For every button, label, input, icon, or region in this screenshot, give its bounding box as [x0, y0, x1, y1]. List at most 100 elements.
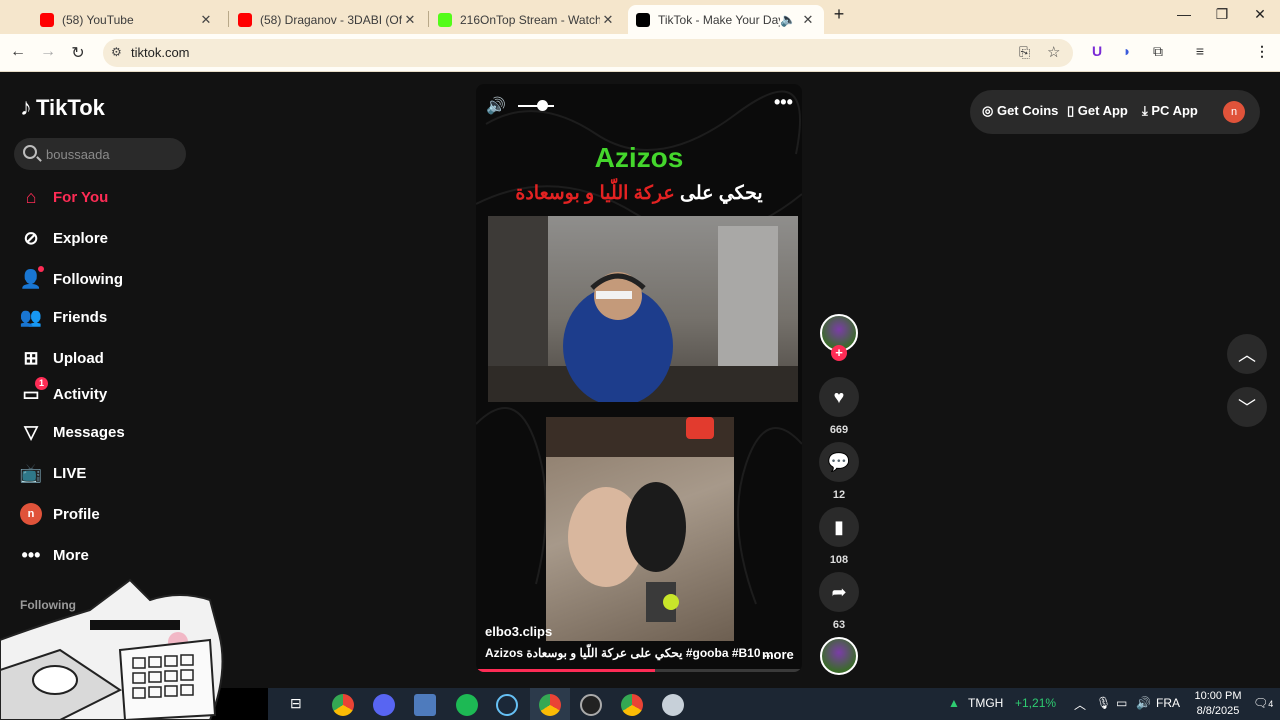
comment-count: 12 [832, 489, 846, 501]
network-icon[interactable]: ▭ [1116, 696, 1127, 710]
search-input[interactable] [46, 144, 176, 164]
browser-tab-bar: (58) YouTube ✕ (58) Draganov - 3DABI (Of… [0, 0, 1280, 34]
close-icon[interactable]: ✕ [600, 12, 616, 28]
menu-icon[interactable]: ⋮ [1252, 43, 1272, 60]
clock-date[interactable]: 8/8/2025 [1188, 705, 1248, 717]
discord-icon[interactable] [373, 694, 395, 716]
obs-icon[interactable] [580, 694, 602, 716]
site-info-icon[interactable]: ⚙ [111, 45, 122, 59]
like-count: 669 [829, 424, 849, 436]
caption-more-button[interactable]: more [762, 647, 794, 662]
tab-youtube[interactable]: (58) YouTube ✕ [32, 5, 222, 34]
bookmark-icon[interactable]: ▮ [819, 507, 859, 547]
file-explorer-icon[interactable] [414, 694, 436, 716]
speaker-icon[interactable]: 🔈 [780, 12, 796, 28]
ublock-icon[interactable]: U [1087, 43, 1107, 59]
sidebar-item-more[interactable]: ••• More [20, 540, 89, 570]
sidebar-item-following[interactable]: 👤 Following [20, 264, 123, 294]
follow-plus-button[interactable]: + [831, 345, 847, 361]
tab-tiktok[interactable]: TikTok - Make Your Day 🔈 ✕ [628, 5, 824, 34]
sidebar-item-live[interactable]: 📺 LIVE [20, 458, 87, 488]
reload-icon[interactable]: ↻ [68, 43, 88, 63]
new-tab-button[interactable]: + [827, 4, 851, 25]
sidebar-item-upload[interactable]: ⊞ Upload [20, 343, 103, 373]
video-caption: Azizos يحكي على عركة اللّيا و بوسعادة #g… [485, 646, 774, 660]
like-action[interactable]: ♥ 669 [818, 377, 860, 436]
home-icon: ⌂ [25, 186, 37, 207]
close-icon[interactable]: ✕ [800, 12, 816, 28]
heart-icon[interactable]: ♥ [819, 377, 859, 417]
back-icon[interactable]: ← [8, 43, 28, 61]
download-icon: ⤓ [1142, 103, 1148, 118]
bookmark-star-icon[interactable]: ☆ [1047, 43, 1060, 61]
volume-slider[interactable] [518, 105, 554, 107]
task-view-icon[interactable]: ⊟ [290, 695, 302, 712]
comment-icon[interactable]: 💬 [819, 442, 859, 482]
spotify-icon[interactable] [456, 694, 478, 716]
sidebar-item-explore[interactable]: ⊘ Explore [20, 223, 108, 253]
get-coins-button[interactable]: ◎ Get Coins [982, 103, 1058, 119]
plus-square-icon: ⊞ [23, 347, 39, 368]
close-window-button[interactable]: ✕ [1248, 6, 1272, 23]
pc-app-button[interactable]: ⤓ PC App [1142, 103, 1198, 119]
music-disc-avatar[interactable] [820, 637, 858, 675]
following-icon: 👤 [20, 266, 44, 290]
volume-slider-knob[interactable] [537, 100, 548, 111]
close-icon[interactable]: ✕ [402, 12, 418, 28]
share-action[interactable]: ➦ 63 [818, 572, 860, 631]
top-actions-bar: ◎ Get Coins ▯ Get App ⤓ PC App n [970, 90, 1260, 134]
chevron-up-icon[interactable]: ︿ [1074, 696, 1086, 713]
maximize-button[interactable]: ❐ [1210, 6, 1234, 23]
app-icon[interactable] [662, 694, 684, 716]
save-action[interactable]: ▮ 108 [818, 507, 860, 566]
language-indicator[interactable]: FRA [1156, 696, 1180, 710]
compass-icon: ⊘ [23, 227, 39, 248]
sidebar-item-messages[interactable]: ▽ Messages [20, 417, 125, 447]
extension-audio-icon[interactable]: ◗ [1117, 43, 1137, 59]
share-icon[interactable]: ➦ [819, 572, 859, 612]
sidebar-item-label: LIVE [53, 464, 87, 482]
activity-icon: ▭ 1 [20, 377, 48, 405]
chevron-up-icon: ︿ [1238, 345, 1256, 365]
notification-icon[interactable]: 🗨4 [1253, 696, 1273, 710]
youtube-icon [238, 12, 252, 27]
user-avatar[interactable]: n [1223, 101, 1245, 123]
activity-badge: 1 [35, 377, 48, 390]
tab-draganov[interactable]: (58) Draganov - 3DABI (Officia ✕ [230, 5, 426, 34]
close-icon[interactable]: ✕ [198, 12, 214, 28]
next-video-button[interactable]: ﹀ [1227, 387, 1267, 427]
speaker-icon[interactable]: 🔊 [1136, 696, 1151, 710]
tab-kick[interactable]: 216OnTop Stream - Watch Live ✕ [430, 5, 624, 34]
search-bar[interactable] [14, 138, 186, 170]
previous-video-button[interactable]: ︿ [1227, 334, 1267, 374]
sidebar-item-friends[interactable]: 👥 Friends [20, 302, 107, 332]
video-progress-bar[interactable] [476, 669, 802, 672]
volume-icon[interactable]: 🔊 [486, 96, 506, 116]
sidebar-item-profile[interactable]: n Profile [20, 499, 100, 529]
microphone-icon[interactable]: 🎙 [1096, 696, 1111, 710]
stock-ticker[interactable]: TMGH [968, 696, 1003, 710]
chrome-icon[interactable] [332, 694, 354, 716]
extensions-icon[interactable]: ⧉ [1148, 43, 1168, 60]
more-options-icon[interactable]: ••• [774, 92, 793, 113]
save-count: 108 [829, 554, 849, 566]
address-bar[interactable]: ⚙ tiktok.com ⎘ ☆ [103, 39, 1073, 67]
video-author[interactable]: elbo3.clips [485, 624, 552, 639]
forward-icon[interactable]: → [38, 43, 58, 61]
sidebar-item-for-you[interactable]: ⌂ For You [20, 182, 109, 212]
steam-icon[interactable] [496, 694, 518, 716]
video-player[interactable]: 🔊 ••• Azizos يحكي على عركة اللّيا و بوسع… [476, 84, 802, 672]
tiktok-logo[interactable]: ♪ TikTok [20, 94, 105, 122]
chrome-alt-icon[interactable] [621, 694, 643, 716]
sidebar-item-activity[interactable]: ▭ 1 Activity [20, 377, 107, 409]
chrome-profile-icon[interactable] [539, 694, 561, 716]
comment-action[interactable]: 💬 12 [818, 442, 860, 501]
more-icon: ••• [21, 544, 41, 565]
youtube-icon [40, 12, 54, 27]
install-icon[interactable]: ⎘ [1019, 44, 1030, 61]
get-app-button[interactable]: ▯ Get App [1067, 103, 1128, 119]
clock-time[interactable]: 10:00 PM [1188, 690, 1248, 702]
search-icon[interactable] [23, 145, 37, 159]
minimize-button[interactable]: — [1172, 6, 1196, 22]
media-control-icon[interactable]: ≡ [1190, 43, 1210, 59]
